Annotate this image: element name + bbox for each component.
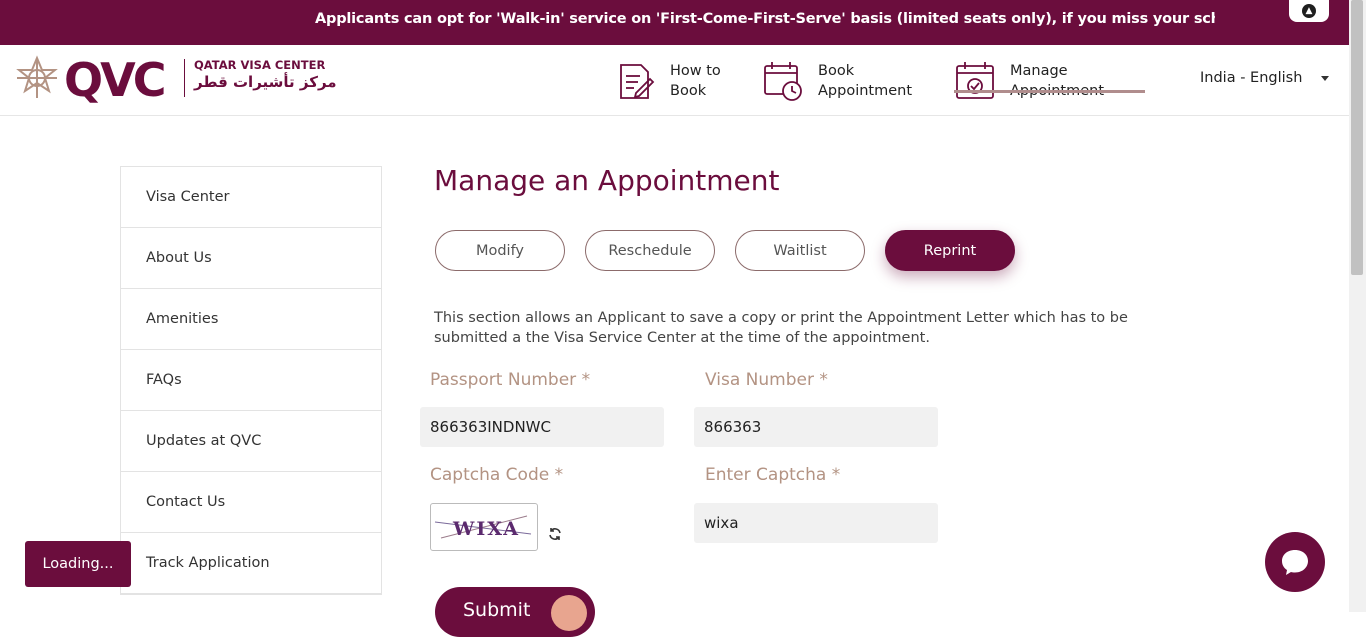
tab-reschedule[interactable]: Reschedule — [585, 230, 715, 271]
nav-active-indicator — [954, 90, 1145, 93]
logo-wordmark[interactable]: QVC — [64, 53, 166, 107]
chevron-down-icon[interactable] — [1321, 76, 1329, 81]
tab-reprint[interactable]: Reprint — [885, 230, 1015, 271]
logo-divider — [184, 59, 185, 97]
sidebar-item-about-us[interactable]: About Us — [121, 228, 381, 289]
sidebar-item-contact-us[interactable]: Contact Us — [121, 472, 381, 533]
loading-indicator: Loading... — [25, 541, 131, 587]
nav-manage-appointment[interactable]: Manage Appointment — [954, 59, 1104, 103]
tab-modify[interactable]: Modify — [435, 230, 565, 271]
nav-label: Manage Appointment — [1010, 63, 1105, 99]
ticker-text: Applicants can opt for 'Walk-in' service… — [315, 11, 1215, 27]
captcha-graphic: WIXA — [434, 515, 532, 540]
page-title: Manage an Appointment — [434, 164, 780, 197]
nav-how-to-book[interactable]: How to Book — [614, 59, 721, 103]
captcha-text: WIXA — [452, 518, 520, 540]
language-selector[interactable]: India - English — [1200, 70, 1302, 86]
chat-bubble-icon — [1282, 550, 1308, 575]
brand-name-english: QATAR VISA CENTER — [194, 58, 326, 72]
nav-label: Book Appointment — [818, 63, 913, 99]
visa-label: Visa Number * — [705, 370, 828, 390]
chevron-up-icon: ▲ — [1302, 4, 1316, 18]
submit-label: Submit — [463, 599, 531, 621]
sidebar-item-amenities[interactable]: Amenities — [121, 289, 381, 350]
sidebar-item-faqs[interactable]: FAQs — [121, 350, 381, 411]
refresh-icon[interactable] — [548, 527, 562, 541]
visa-number-input[interactable] — [694, 407, 938, 447]
scrollbar-thumb[interactable] — [1351, 0, 1363, 275]
sidebar-item-visa-center[interactable]: Visa Center — [121, 167, 381, 228]
passport-number-input[interactable] — [420, 407, 664, 447]
captcha-image: WIXA — [430, 503, 538, 551]
sidebar-item-track-application[interactable]: Track Application — [121, 533, 381, 594]
document-pen-icon — [620, 64, 655, 99]
sidebar-item-updates[interactable]: Updates at QVC — [121, 411, 381, 472]
site-header: QVC QATAR VISA CENTER مركز تأشيرات قطر H… — [0, 45, 1349, 116]
chat-button[interactable] — [1265, 532, 1325, 592]
nav-label: How to Book — [670, 63, 721, 99]
calendar-check-icon — [956, 62, 994, 99]
brand-name-arabic: مركز تأشيرات قطر — [194, 73, 337, 91]
submit-button[interactable]: Submit — [435, 587, 595, 637]
scroll-top-button[interactable]: ▲ — [1289, 0, 1329, 22]
nav-book-appointment[interactable]: Book Appointment — [762, 59, 912, 103]
tab-waitlist[interactable]: Waitlist — [735, 230, 865, 271]
calendar-clock-icon — [764, 62, 802, 101]
logo-emblem-icon[interactable] — [14, 55, 60, 101]
captcha-label: Captcha Code * — [430, 465, 564, 485]
passport-label: Passport Number * — [430, 370, 591, 390]
enter-captcha-label: Enter Captcha * — [705, 465, 841, 485]
announcement-ticker: Applicants can opt for 'Walk-in' service… — [0, 0, 1349, 45]
enter-captcha-input[interactable] — [694, 503, 938, 543]
sidebar-menu: Visa Center About Us Amenities FAQs Upda… — [120, 166, 382, 595]
arrow-right-icon — [551, 595, 587, 631]
section-description: This section allows an Applicant to save… — [434, 310, 1128, 346]
